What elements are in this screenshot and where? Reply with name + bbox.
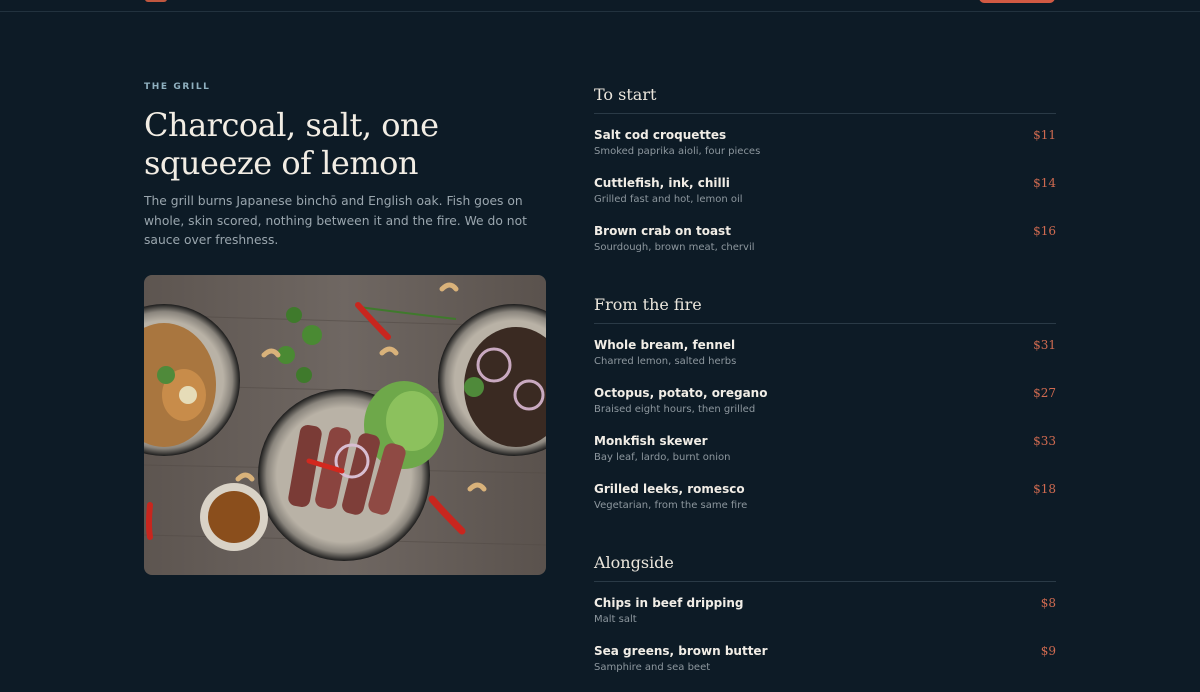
item-price: $11 — [1033, 128, 1056, 142]
menu-item[interactable]: Sea greens, brown butter Samphire and se… — [594, 644, 1056, 692]
book-button[interactable] — [979, 0, 1055, 3]
menu-item[interactable]: Monkfish skewer Bay leaf, lardo, burnt o… — [594, 434, 1056, 482]
menu-section-from-the-fire: From the fire Whole bream, fennel Charre… — [594, 294, 1056, 530]
food-photo — [144, 275, 546, 575]
item-price: $8 — [1040, 596, 1056, 610]
menu-section-to-start: To start Salt cod croquettes Smoked papr… — [594, 84, 1056, 272]
menu-item[interactable]: Cuttlefish, ink, chilli Grilled fast and… — [594, 176, 1056, 224]
menu-item[interactable]: Brown crab on toast Sourdough, brown mea… — [594, 224, 1056, 272]
item-description: Bay leaf, lardo, burnt onion — [594, 452, 731, 463]
intro-text: The grill burns Japanese binchō and Engl… — [144, 194, 527, 247]
logo-icon[interactable] — [145, 0, 167, 2]
item-description: Braised eight hours, then grilled — [594, 404, 756, 415]
item-price: $16 — [1033, 224, 1056, 238]
menu-item[interactable]: Salt cod croquettes Smoked paprika aioli… — [594, 128, 1056, 176]
item-description: Sourdough, brown meat, chervil — [594, 242, 755, 253]
item-description: Charred lemon, salted herbs — [594, 356, 737, 367]
item-name: Salt cod croquettes — [594, 128, 727, 142]
menu-item[interactable]: Grilled leeks, romesco Vegetarian, from … — [594, 482, 1056, 530]
menu-item[interactable]: Chips in beef dripping Malt salt $8 — [594, 596, 1056, 644]
item-price: $18 — [1033, 482, 1056, 496]
item-price: $9 — [1040, 644, 1056, 658]
menu-item[interactable]: Whole bream, fennel Charred lemon, salte… — [594, 338, 1056, 386]
item-price: $27 — [1033, 386, 1056, 400]
item-name: Octopus, potato, oregano — [594, 386, 768, 400]
item-price: $31 — [1033, 338, 1056, 352]
item-description: Grilled fast and hot, lemon oil — [594, 194, 743, 205]
item-description: Smoked paprika aioli, four pieces — [594, 146, 761, 157]
item-name: Monkfish skewer — [594, 434, 708, 448]
section-title: Alongside — [594, 552, 1056, 582]
item-price: $33 — [1033, 434, 1056, 448]
item-name: Grilled leeks, romesco — [594, 482, 745, 496]
page-title: Charcoal, salt, one squeeze of lemon — [144, 106, 439, 182]
item-name: Cuttlefish, ink, chilli — [594, 176, 730, 190]
item-name: Whole bream, fennel — [594, 338, 736, 352]
item-price: $14 — [1033, 176, 1056, 190]
section-title: To start — [594, 84, 1056, 114]
menu-item[interactable]: Octopus, potato, oregano Braised eight h… — [594, 386, 1056, 434]
section-eyebrow: THE GRILL — [144, 82, 211, 92]
item-description: Malt salt — [594, 614, 637, 625]
menu-section-alongside: Alongside Chips in beef dripping Malt sa… — [594, 552, 1056, 692]
item-name: Brown crab on toast — [594, 224, 731, 238]
item-name: Sea greens, brown butter — [594, 644, 768, 658]
menu-list: To start Salt cod croquettes Smoked papr… — [594, 84, 1056, 692]
top-nav-bar — [0, 0, 1200, 12]
section-title: From the fire — [594, 294, 1056, 324]
item-description: Samphire and sea beet — [594, 662, 711, 673]
item-description: Vegetarian, from the same fire — [594, 500, 748, 511]
grill-intro: THE GRILL Charcoal, salt, one squeeze of… — [144, 82, 546, 251]
item-name: Chips in beef dripping — [594, 596, 744, 610]
